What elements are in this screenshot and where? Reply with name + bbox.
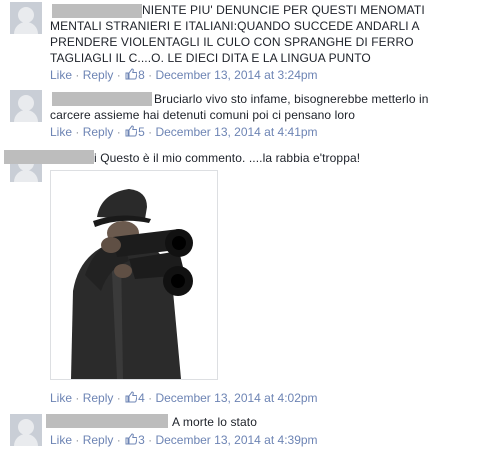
comment-1-avatar[interactable] [10,2,42,34]
separator: · [148,68,153,82]
comment-1-like-count[interactable]: 8 [138,68,145,82]
comment-4-like-link[interactable]: Like [50,433,72,447]
comment-4-actions: Like · Reply · 3 · December 13, 2014 at … [50,433,318,447]
comment-1-line: NIENTE PIU' DENUNCIE PER QUESTI MENOMATI [142,3,425,17]
comment-3-like-link[interactable]: Like [50,391,72,405]
separator: · [75,125,80,139]
avatar-head-icon [18,7,34,23]
comment-4-avatar[interactable] [10,414,42,446]
avatar-head-icon [18,419,34,435]
comment-3-author-redacted[interactable] [4,150,94,164]
comment-3-line: i Questo è il mio commento. ....la rabbi… [94,151,361,165]
separator: · [148,433,153,447]
avatar-body-icon [14,434,38,446]
comment-4-like-count[interactable]: 3 [138,433,145,447]
separator: · [148,391,153,405]
comment-1-timestamp[interactable]: December 13, 2014 at 3:24pm [155,68,317,82]
separator: · [116,68,121,82]
comment-3-like-count[interactable]: 4 [138,391,145,405]
comment-2-text: Bruciarlo vivo sto infame, bisognerebbe … [50,91,429,123]
thumbs-up-icon[interactable] [125,125,138,137]
separator: · [148,125,153,139]
separator: · [116,433,121,447]
thumbs-up-icon[interactable] [125,68,138,80]
comment-2-timestamp[interactable]: December 13, 2014 at 4:41pm [155,125,317,139]
comment-2-line: Bruciarlo vivo sto infame, bisognerebbe … [154,92,429,106]
comment-4-reply-link[interactable]: Reply [83,433,114,447]
thumbs-up-icon[interactable] [125,391,138,403]
comment-1-text: NIENTE PIU' DENUNCIE PER QUESTI MENOMATI… [50,2,425,66]
avatar-head-icon [18,95,34,111]
man-with-shotgun-image [51,171,217,379]
comment-2-reply-link[interactable]: Reply [83,125,114,139]
comment-2-line: carcere assieme hai detenuti comuni poi … [50,108,356,122]
comment-2-actions: Like · Reply · 5 · December 13, 2014 at … [50,125,318,139]
comment-3-timestamp[interactable]: December 13, 2014 at 4:02pm [155,391,317,405]
separator: · [75,68,80,82]
comment-1-like-link[interactable]: Like [50,68,72,82]
comment-1-actions: Like · Reply · 8 · December 13, 2014 at … [50,68,318,82]
comment-4-timestamp[interactable]: December 13, 2014 at 4:39pm [155,433,317,447]
comment-2-avatar[interactable] [10,90,42,122]
comment-4-author-redacted[interactable] [46,414,168,428]
separator: · [75,433,80,447]
comment-3-reply-link[interactable]: Reply [83,391,114,405]
comment-4-line: A morte lo stato [172,415,257,429]
thumbs-up-icon[interactable] [125,433,138,445]
separator: · [116,391,121,405]
comment-1-line: MENTALI STRANIERI E ITALIANI:QUANDO SUCC… [50,19,420,33]
separator: · [75,391,80,405]
avatar-body-icon [14,110,38,122]
comment-1-line: PRENDERE VIOLENTAGLI IL CULO CON SPRANGH… [50,35,414,49]
comment-1-reply-link[interactable]: Reply [83,68,114,82]
comment-2-like-link[interactable]: Like [50,125,72,139]
comment-2-like-count[interactable]: 5 [138,125,145,139]
separator: · [116,125,121,139]
comment-1-line: TAGLIAGLI IL C....O. LE DIECI DITA E LA … [50,51,371,65]
comment-4-text: A morte lo stato [172,414,257,430]
comment-3-actions: Like · Reply · 4 · December 13, 2014 at … [50,391,318,405]
attached-photo[interactable] [50,170,218,380]
avatar-body-icon [14,170,38,182]
comment-3-text: i Questo è il mio commento. ....la rabbi… [94,150,360,166]
avatar-body-icon [14,22,38,34]
